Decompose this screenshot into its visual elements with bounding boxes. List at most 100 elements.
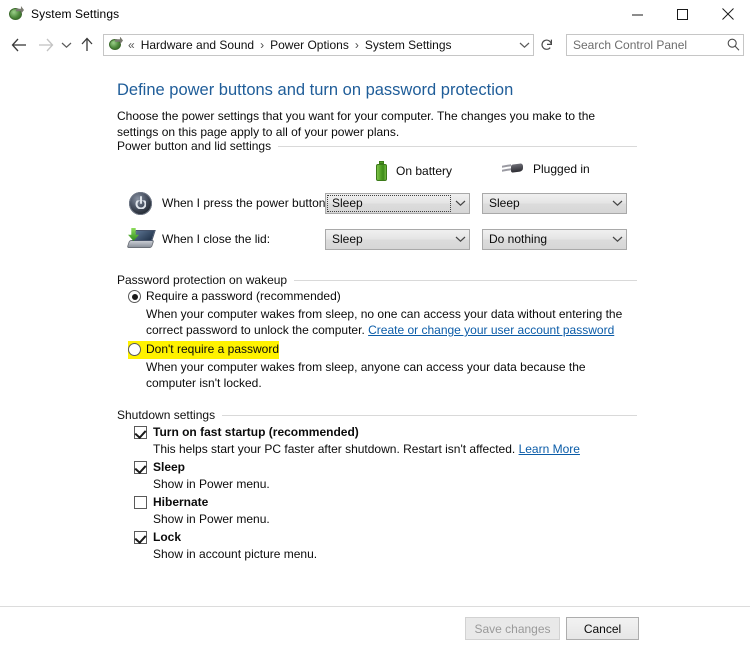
link-create-change-password[interactable]: Create or change your user account passw… xyxy=(368,323,614,337)
back-button[interactable] xyxy=(6,32,32,58)
password-protection-group: Password protection on wakeup Require a … xyxy=(117,273,637,390)
checkbox-label: Sleep xyxy=(153,460,186,474)
lock-description: Show in account picture menu. xyxy=(153,547,318,561)
maximize-button[interactable] xyxy=(660,0,705,28)
window-title: System Settings xyxy=(31,7,120,21)
checkbox[interactable] xyxy=(134,531,147,544)
checkbox-label: Hibernate xyxy=(153,495,209,509)
up-arrow-icon xyxy=(81,37,93,51)
breadcrumb-dropdown-button[interactable] xyxy=(515,41,533,49)
description-text: This helps start your PC faster after sh… xyxy=(153,442,519,456)
battery-icon xyxy=(375,161,388,181)
breadcrumb-item-hardware-and-sound[interactable]: Hardware and Sound xyxy=(139,37,256,53)
group-header: Power button and lid settings xyxy=(117,139,637,153)
breadcrumb-item-system-settings[interactable]: System Settings xyxy=(363,37,454,53)
column-headers: On battery Plugged in xyxy=(117,161,637,183)
power-plug-icon xyxy=(499,161,525,177)
checkbox-lock[interactable]: Lock xyxy=(134,530,181,544)
checkbox[interactable] xyxy=(134,426,147,439)
checkbox[interactable] xyxy=(134,496,147,509)
chevron-down-icon xyxy=(451,235,469,243)
group-header: Password protection on wakeup xyxy=(117,273,637,287)
search-input[interactable] xyxy=(567,36,723,53)
dont-require-password-description: When your computer wakes from sleep, any… xyxy=(146,359,636,391)
title-bar: System Settings xyxy=(0,0,750,29)
footer-bar: Save changes Cancel xyxy=(0,607,750,646)
up-button[interactable] xyxy=(74,32,100,58)
chevron-down-icon xyxy=(519,42,529,48)
power-button-lid-settings-group: Power button and lid settings On battery… xyxy=(117,139,637,250)
checkbox-fast-startup[interactable]: Turn on fast startup (recommended) xyxy=(134,425,359,439)
combobox-value: Sleep xyxy=(489,196,520,210)
checkbox-label: Turn on fast startup (recommended) xyxy=(153,425,359,439)
minimize-button[interactable] xyxy=(615,0,660,28)
breadcrumb-separator[interactable]: › xyxy=(351,38,363,52)
control-panel-icon xyxy=(108,36,124,53)
close-button[interactable] xyxy=(705,0,750,28)
forward-arrow-icon xyxy=(38,38,53,51)
breadcrumb[interactable]: « Hardware and Sound › Power Options › S… xyxy=(103,33,534,56)
row-power-button: When I press the power button: Sleep Sle… xyxy=(117,189,637,217)
description-text: When your computer wakes from sleep, any… xyxy=(146,360,586,390)
search-box[interactable] xyxy=(566,33,744,56)
search-icon xyxy=(723,38,743,51)
forward-button[interactable] xyxy=(32,32,58,58)
radio-label: Require a password (recommended) xyxy=(146,289,341,303)
control-panel-icon xyxy=(8,6,24,22)
combobox-close-lid-on-battery[interactable]: Sleep xyxy=(325,228,470,250)
radio-label: Don't require a password xyxy=(146,342,280,356)
checkbox[interactable] xyxy=(134,461,147,474)
navigation-bar: « Hardware and Sound › Power Options › S… xyxy=(0,29,750,60)
column-label: Plugged in xyxy=(533,162,590,176)
link-learn-more[interactable]: Learn More xyxy=(519,442,580,456)
refresh-button[interactable] xyxy=(536,34,558,56)
hibernate-description: Show in Power menu. xyxy=(153,512,270,526)
combobox-power-button-on-battery[interactable]: Sleep xyxy=(325,192,470,214)
power-button-icon xyxy=(127,189,157,217)
row-label: When I close the lid: xyxy=(162,232,271,246)
chevron-down-icon xyxy=(61,42,71,48)
minimize-icon xyxy=(632,14,643,15)
radio-button[interactable] xyxy=(128,343,141,356)
breadcrumb-separator[interactable]: › xyxy=(256,38,268,52)
chevron-down-icon xyxy=(608,199,626,207)
radio-require-password[interactable]: Require a password (recommended) xyxy=(128,289,341,303)
chevron-down-icon xyxy=(608,235,626,243)
radio-button[interactable] xyxy=(128,290,141,303)
back-arrow-icon xyxy=(11,38,26,51)
combobox-value: Do nothing xyxy=(489,232,548,246)
checkbox-label: Lock xyxy=(153,530,182,544)
checkbox-hibernate[interactable]: Hibernate xyxy=(134,495,208,509)
row-label: When I press the power button: xyxy=(162,196,329,210)
page-title: Define power buttons and turn on passwor… xyxy=(117,81,514,99)
content-area: Define power buttons and turn on passwor… xyxy=(0,60,750,606)
group-legend: Power button and lid settings xyxy=(117,139,272,153)
laptop-lid-icon xyxy=(126,225,157,253)
group-header: Shutdown settings xyxy=(117,408,637,422)
checkbox-sleep[interactable]: Sleep xyxy=(134,460,185,474)
group-legend: Shutdown settings xyxy=(117,408,216,422)
page-description: Choose the power settings that you want … xyxy=(117,109,596,139)
combobox-close-lid-plugged-in[interactable]: Do nothing xyxy=(482,228,627,250)
combobox-power-button-plugged-in[interactable]: Sleep xyxy=(482,192,627,214)
cancel-button[interactable]: Cancel xyxy=(566,617,639,640)
radio-dont-require-password[interactable]: Don't require a password xyxy=(128,342,279,356)
group-divider xyxy=(222,414,637,416)
combobox-value: Sleep xyxy=(332,196,363,210)
save-changes-button[interactable]: Save changes xyxy=(465,617,560,640)
column-header-plugged-in: Plugged in xyxy=(499,161,590,177)
column-label: On battery xyxy=(396,164,453,178)
require-password-description: When your computer wakes from sleep, no … xyxy=(146,306,636,338)
refresh-icon xyxy=(541,39,552,50)
group-divider xyxy=(278,145,637,147)
chevron-down-icon xyxy=(451,199,469,207)
breadcrumb-lead: « xyxy=(128,37,135,52)
recent-locations-button[interactable] xyxy=(58,32,74,58)
combobox-value: Sleep xyxy=(332,232,363,246)
fast-startup-description: This helps start your PC faster after sh… xyxy=(153,442,580,456)
column-header-on-battery: On battery xyxy=(375,161,452,181)
breadcrumb-item-power-options[interactable]: Power Options xyxy=(268,37,351,53)
group-divider xyxy=(294,279,637,281)
row-close-lid: When I close the lid: Sleep Do nothing xyxy=(117,225,637,253)
shutdown-settings-group: Shutdown settings Turn on fast startup (… xyxy=(117,408,637,561)
